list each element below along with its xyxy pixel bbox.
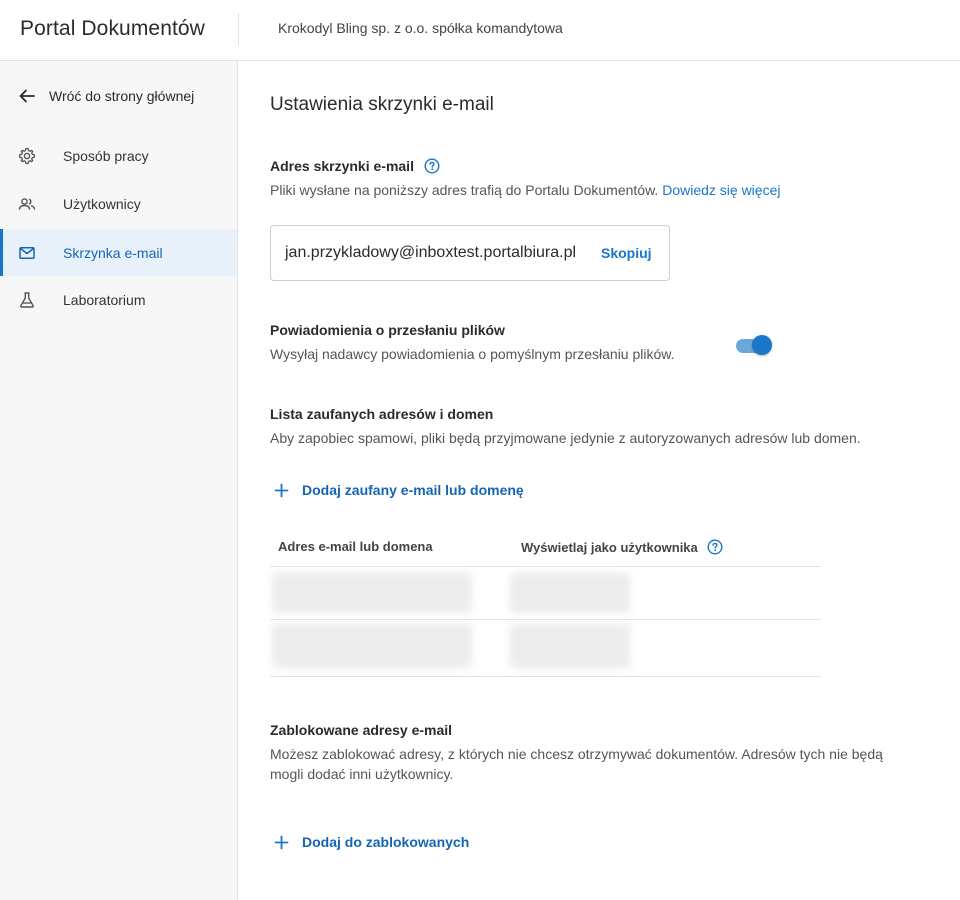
app-title[interactable]: Portal Dokumentów <box>20 17 205 41</box>
table-row[interactable] <box>270 620 821 676</box>
top-bar: Portal Dokumentów Krokodyl Bling sp. z o… <box>0 0 960 61</box>
redacted-cell <box>510 573 630 613</box>
sidebar-item-work-mode[interactable]: Sposób pracy <box>0 132 237 179</box>
table-divider <box>270 676 821 677</box>
blocked-title: Zablokowane adresy e-mail <box>270 722 453 738</box>
mail-icon <box>19 247 35 259</box>
column-header-display-text: Wyświetlaj jako użytkownika <box>521 540 698 555</box>
mailbox-description: Pliki wysłane na poniższy adres trafią d… <box>270 180 780 200</box>
header-divider <box>238 13 239 45</box>
gear-icon <box>18 147 36 165</box>
column-header-display-as-user: Wyświetlaj jako użytkownika <box>521 539 723 555</box>
back-label: Wróć do strony głównej <box>49 88 195 104</box>
notifications-title: Powiadomienia o przesłaniu plików <box>270 322 505 338</box>
redacted-cell <box>272 624 472 668</box>
sidebar-item-label: Laboratorium <box>63 292 146 308</box>
blocked-description: Możesz zablokować adresy, z których nie … <box>270 746 883 782</box>
trusted-list-description: Aby zapobiec spamowi, pliki będą przyjmo… <box>270 430 861 446</box>
mailbox-desc-text: Pliki wysłane na poniższy adres trafią d… <box>270 182 659 198</box>
help-icon[interactable] <box>424 158 440 174</box>
redacted-cell <box>272 573 472 613</box>
sidebar: Wróć do strony głównej Sposób pracy Użyt… <box>0 61 238 900</box>
column-header-address: Adres e-mail lub domena <box>278 539 433 554</box>
sidebar-item-users[interactable]: Użytkownicy <box>0 180 237 227</box>
help-icon[interactable] <box>707 539 723 555</box>
back-to-home-link[interactable]: Wróć do strony głównej <box>0 79 237 113</box>
notifications-description: Wysyłaj nadawcy powiadomienia o pomyślny… <box>270 346 675 362</box>
copy-button[interactable]: Skopiuj <box>601 245 652 261</box>
arrow-left-icon <box>19 89 35 103</box>
sidebar-item-label: Użytkownicy <box>63 196 141 212</box>
notifications-toggle[interactable] <box>736 333 774 355</box>
main-content: Ustawienia skrzynki e-mail Adres skrzynk… <box>238 61 960 900</box>
plus-icon <box>274 483 289 498</box>
sidebar-item-laboratory[interactable]: Laboratorium <box>0 276 237 323</box>
users-icon <box>18 198 36 210</box>
company-name: Krokodyl Bling sp. z o.o. spółka komandy… <box>278 20 563 36</box>
sidebar-item-mailbox[interactable]: Skrzynka e-mail <box>0 229 237 276</box>
mailbox-section-title: Adres skrzynki e-mail <box>270 158 440 174</box>
sidebar-item-label: Skrzynka e-mail <box>63 245 163 261</box>
plus-icon <box>274 835 289 850</box>
learn-more-link[interactable]: Dowiedz się więcej <box>662 182 780 198</box>
toggle-knob <box>752 335 772 355</box>
add-trusted-label: Dodaj zaufany e-mail lub domenę <box>302 482 524 498</box>
mailbox-address[interactable]: jan.przykladowy@inboxtest.portalbiura.pl <box>285 244 576 262</box>
mailbox-address-field: jan.przykladowy@inboxtest.portalbiura.pl… <box>270 225 670 281</box>
mailbox-title-text: Adres skrzynki e-mail <box>270 158 414 174</box>
redacted-cell <box>510 624 630 668</box>
table-row[interactable] <box>270 567 821 619</box>
flask-icon <box>20 292 34 308</box>
page-title: Ustawienia skrzynki e-mail <box>270 94 494 115</box>
trusted-list-title: Lista zaufanych adresów i domen <box>270 406 494 422</box>
add-blocked-label: Dodaj do zablokowanych <box>302 834 470 850</box>
sidebar-item-label: Sposób pracy <box>63 148 149 164</box>
